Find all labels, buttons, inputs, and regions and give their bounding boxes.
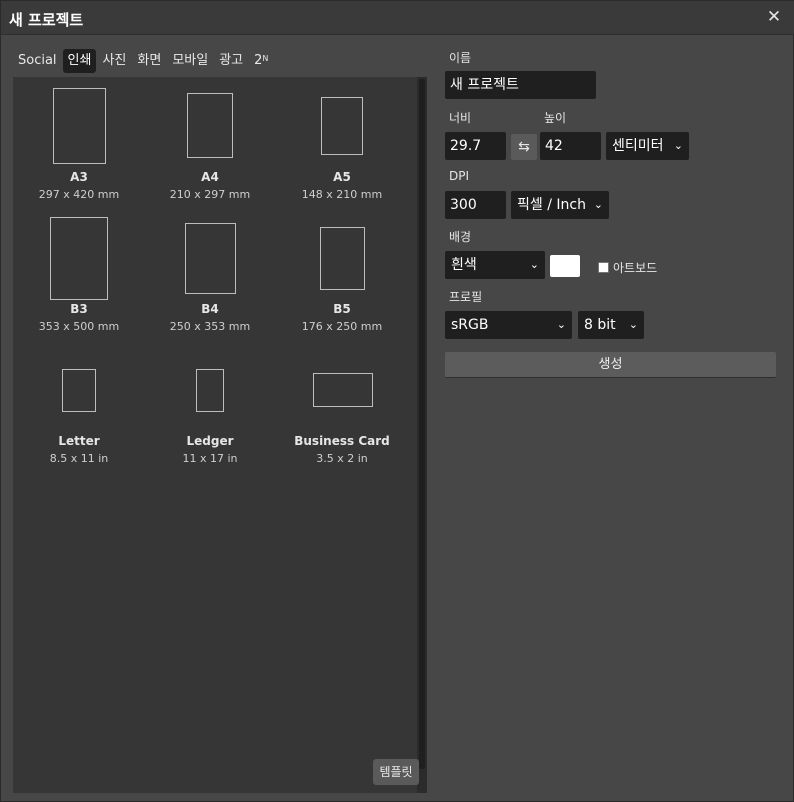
height-label: 높이 xyxy=(544,111,567,125)
preset-name: Ledger xyxy=(186,434,234,448)
new-project-dialog: 새 프로젝트 ✕ Social 인쇄 사진 화면 모바일 광고 2N A3 29… xyxy=(0,0,794,802)
preset-a4[interactable]: A4 210 x 297 mm xyxy=(145,77,275,207)
artboard-label: 아트보드 xyxy=(613,261,658,275)
bit-depth-select-value: 8 bit xyxy=(584,317,616,333)
name-label: 이름 xyxy=(449,51,472,65)
tab-mobile[interactable]: 모바일 xyxy=(167,49,213,73)
tab-power-of-two[interactable]: 2N xyxy=(249,49,273,73)
preset-size: 176 x 250 mm xyxy=(301,320,383,333)
preset-size: 210 x 297 mm xyxy=(169,188,251,201)
chevron-down-icon: ⌄ xyxy=(593,198,603,211)
preset-name: A3 xyxy=(70,170,88,184)
close-icon[interactable]: ✕ xyxy=(765,7,783,27)
preset-name: A5 xyxy=(333,170,351,184)
create-button[interactable]: 생성 xyxy=(445,352,776,378)
preset-name: B5 xyxy=(333,302,351,316)
preset-size: 297 x 420 mm xyxy=(38,188,120,201)
preset-b5[interactable]: B5 176 x 250 mm xyxy=(277,209,407,339)
preset-list: A3 297 x 420 mm A4 210 x 297 mm A5 148 x… xyxy=(13,77,427,793)
profile-select-value: sRGB xyxy=(451,317,489,333)
swap-dimensions-icon[interactable]: ⇆ xyxy=(511,134,537,160)
preset-a5[interactable]: A5 148 x 210 mm xyxy=(277,77,407,207)
preset-scrollbar-thumb[interactable] xyxy=(419,79,425,769)
preset-size: 250 x 353 mm xyxy=(169,320,251,333)
preset-name: B3 xyxy=(70,302,88,316)
preset-size: 8.5 x 11 in xyxy=(49,452,109,465)
preset-thumbnail xyxy=(62,369,96,412)
width-label: 너비 xyxy=(449,111,472,125)
preset-thumbnail xyxy=(50,217,108,300)
background-label: 배경 xyxy=(449,230,472,244)
preset-size: 148 x 210 mm xyxy=(301,188,383,201)
chevron-down-icon: ⌄ xyxy=(529,258,539,271)
chevron-down-icon: ⌄ xyxy=(673,139,683,152)
template-button[interactable]: 템플릿 xyxy=(373,759,419,785)
preset-size: 3.5 x 2 in xyxy=(316,452,368,465)
preset-letter[interactable]: Letter 8.5 x 11 in xyxy=(14,341,144,471)
category-tabs: Social 인쇄 사진 화면 모바일 광고 2N xyxy=(13,49,274,73)
tab-print[interactable]: 인쇄 xyxy=(62,49,97,73)
preset-b3[interactable]: B3 353 x 500 mm xyxy=(14,209,144,339)
preset-ledger[interactable]: Ledger 11 x 17 in xyxy=(145,341,275,471)
dpi-unit-select-value: 픽셀 / Inch xyxy=(517,197,586,213)
artboard-checkbox[interactable] xyxy=(598,262,609,273)
preset-name: B4 xyxy=(201,302,219,316)
preset-thumbnail xyxy=(185,223,236,294)
chevron-down-icon: ⌄ xyxy=(628,318,638,331)
preset-name: A4 xyxy=(201,170,219,184)
preset-business-card[interactable]: Business Card 3.5 x 2 in xyxy=(277,341,407,471)
preset-thumbnail xyxy=(187,93,233,158)
profile-label: 프로필 xyxy=(449,290,483,304)
tab-screen[interactable]: 화면 xyxy=(132,49,166,73)
preset-thumbnail xyxy=(321,97,363,155)
preset-size: 353 x 500 mm xyxy=(38,320,120,333)
dpi-unit-select[interactable]: 픽셀 / Inch ⌄ xyxy=(511,191,609,219)
tab-power-of-two-exponent: N xyxy=(262,54,269,63)
chevron-down-icon: ⌄ xyxy=(556,318,566,331)
preset-a3[interactable]: A3 297 x 420 mm xyxy=(14,77,144,207)
dpi-label: DPI xyxy=(449,169,470,183)
preset-thumbnail xyxy=(313,373,373,407)
width-input[interactable]: 29.7 xyxy=(445,132,506,160)
background-select[interactable]: 흰색 ⌄ xyxy=(445,251,545,279)
dpi-input[interactable]: 300 xyxy=(445,191,506,219)
dialog-title: 새 프로젝트 xyxy=(9,11,84,29)
profile-select[interactable]: sRGB ⌄ xyxy=(445,311,572,339)
preset-size: 11 x 17 in xyxy=(182,452,238,465)
preset-thumbnail xyxy=(196,369,224,412)
unit-select[interactable]: 센티미터 ⌄ xyxy=(606,132,689,160)
background-color-swatch[interactable] xyxy=(550,255,580,277)
height-input[interactable]: 42 xyxy=(540,132,601,160)
background-select-value: 흰색 xyxy=(451,257,477,273)
tab-ads[interactable]: 광고 xyxy=(214,49,248,73)
unit-select-value: 센티미터 xyxy=(612,138,664,154)
preset-thumbnail xyxy=(53,88,106,164)
preset-thumbnail xyxy=(320,227,365,290)
tab-photo[interactable]: 사진 xyxy=(97,49,131,73)
title-bar: 새 프로젝트 ✕ xyxy=(1,1,794,35)
preset-name: Letter xyxy=(58,434,100,448)
tab-social[interactable]: Social xyxy=(13,49,62,73)
preset-name: Business Card xyxy=(294,434,390,448)
name-input[interactable]: 새 프로젝트 xyxy=(445,71,596,99)
preset-b4[interactable]: B4 250 x 353 mm xyxy=(145,209,275,339)
bit-depth-select[interactable]: 8 bit ⌄ xyxy=(578,311,644,339)
